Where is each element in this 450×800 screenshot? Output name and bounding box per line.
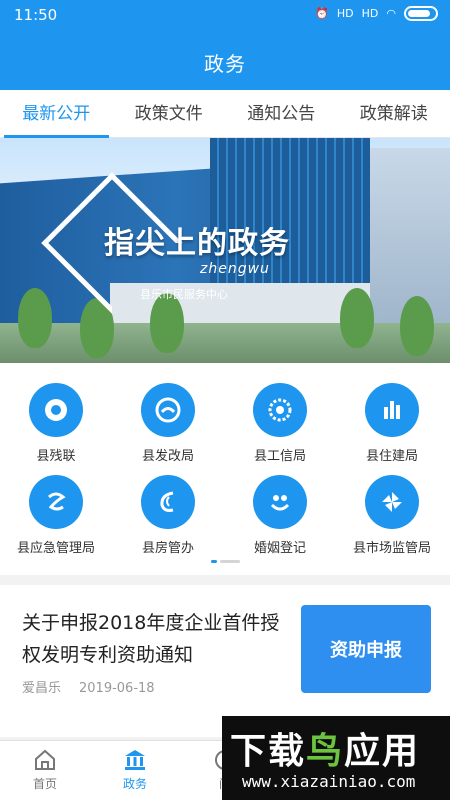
banner-tree — [18, 288, 52, 348]
banner-carousel[interactable]: 县乐市民服务中心 指尖上的政务 zhengwu — [0, 138, 450, 363]
service-disabled-federation[interactable]: 县残联 — [0, 383, 112, 464]
signal-icon-2: HD — [361, 7, 379, 20]
carousel-dot-active — [210, 560, 217, 563]
service-label: 县应急管理局 — [16, 541, 95, 556]
tab-notices[interactable]: 通知公告 — [225, 90, 338, 138]
status-bar: 11:50 ⏰ HD HD ◠ — [0, 0, 450, 30]
news-date: 2019-06-18 — [79, 681, 155, 696]
news-meta: 爱昌乐 2019-06-18 — [22, 677, 155, 696]
nav-government-label: 政务 — [122, 777, 147, 791]
service-market-supervision[interactable]: 县市场监管局 — [336, 475, 448, 556]
market-supervision-icon — [365, 475, 419, 529]
news-source: 爱昌乐 — [22, 681, 62, 696]
carousel-dot — [219, 560, 240, 563]
service-label: 县住建局 — [365, 449, 418, 464]
category-tabs: 最新公开 政策文件 通知公告 政策解读 — [0, 90, 450, 138]
marriage-registration-icon — [253, 475, 307, 529]
banner-subtitle: zhengwu — [200, 261, 270, 277]
service-marriage-registration[interactable]: 婚姻登记 — [224, 475, 336, 556]
funding-apply-button[interactable]: 资助申报 — [301, 605, 431, 693]
service-label: 婚姻登记 — [253, 541, 306, 556]
service-label: 县市场监管局 — [352, 541, 431, 556]
service-label: 县工信局 — [253, 449, 306, 464]
service-label: 县残联 — [36, 449, 76, 464]
watermark-title: 下载鸟应用 — [230, 731, 421, 772]
disabled-federation-icon — [29, 383, 83, 437]
service-label: 县发改局 — [141, 449, 194, 464]
nav-home-label: 首页 — [32, 777, 57, 791]
banner-tree — [400, 296, 434, 356]
tab-latest[interactable]: 最新公开 — [0, 90, 113, 138]
service-label: 县房管办 — [141, 541, 194, 556]
service-development-reform[interactable]: 县发改局 — [112, 383, 224, 464]
banner-tree — [150, 293, 184, 353]
industry-info-icon — [253, 383, 307, 437]
app-header: 11:50 ⏰ HD HD ◠ 政务 — [0, 0, 450, 90]
watermark-logo: 下载鸟应用 www.xiazainiao.com — [222, 716, 450, 800]
banner-tree — [340, 288, 374, 348]
service-housing-construction[interactable]: 县住建局 — [336, 383, 448, 464]
nav-government[interactable]: 政务 — [90, 741, 180, 800]
alarm-icon: ⏰ — [315, 7, 329, 20]
status-time: 11:50 — [14, 6, 58, 24]
carousel-indicator — [0, 560, 450, 563]
home-icon — [35, 749, 55, 770]
battery-icon — [404, 6, 438, 21]
tab-policy-documents[interactable]: 政策文件 — [113, 90, 226, 138]
banner-building-sign: 县乐市民服务中心 — [140, 288, 228, 301]
nav-home[interactable]: 首页 — [0, 741, 90, 800]
housing-construction-icon — [365, 383, 419, 437]
banner-title: 指尖上的政务 — [104, 226, 290, 261]
page-title: 政务 — [204, 52, 246, 76]
banner-ground — [0, 323, 450, 363]
watermark-url: www.xiazainiao.com — [242, 772, 416, 791]
service-emergency-management[interactable]: 县应急管理局 — [0, 475, 112, 556]
wifi-icon: ◠ — [386, 7, 396, 20]
service-industry-info[interactable]: 县工信局 — [224, 383, 336, 464]
government-icon — [125, 750, 145, 770]
tab-policy-interpretation[interactable]: 政策解读 — [338, 90, 450, 138]
emergency-management-icon — [29, 475, 83, 529]
housing-management-icon — [141, 475, 195, 529]
news-card[interactable]: 关于申报2018年度企业首件授权发明专利资助通知 爱昌乐 2019-06-18 资… — [0, 585, 450, 737]
development-reform-icon — [141, 383, 195, 437]
news-headline[interactable]: 关于申报2018年度企业首件授权发明专利资助通知 — [22, 607, 287, 671]
service-housing-management[interactable]: 县房管办 — [112, 475, 224, 556]
status-icons: ⏰ HD HD ◠ — [315, 6, 438, 21]
signal-icon: HD — [336, 7, 354, 20]
service-grid: 县残联 县发改局 县工信局 县住建局 县应急管理局 县房管办 婚姻登记 县市场监… — [0, 363, 450, 575]
